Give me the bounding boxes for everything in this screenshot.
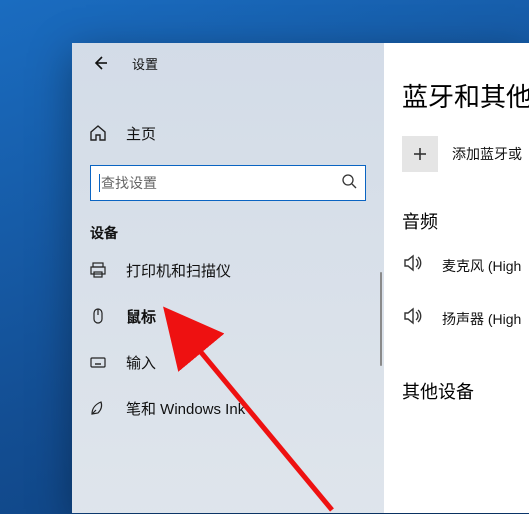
sidebar-nav: 打印机和扫描仪 鼠标 输入 bbox=[72, 247, 384, 431]
mouse-icon bbox=[86, 307, 110, 325]
keyboard-icon bbox=[86, 353, 110, 371]
add-device-label: 添加蓝牙或 bbox=[452, 144, 522, 164]
group-header-audio: 音频 bbox=[384, 172, 529, 234]
search-placeholder: 查找设置 bbox=[101, 173, 157, 193]
speaker-icon bbox=[402, 252, 432, 279]
device-speaker[interactable]: 扬声器 (High bbox=[402, 305, 529, 332]
add-device-button[interactable]: 添加蓝牙或 bbox=[402, 136, 529, 172]
header-title: 设置 bbox=[132, 54, 158, 73]
sidebar-item-pen[interactable]: 笔和 Windows Ink bbox=[72, 385, 384, 431]
sidebar-item-mouse[interactable]: 鼠标 bbox=[72, 293, 384, 339]
home-icon bbox=[86, 124, 110, 142]
sidebar-item-label: 输入 bbox=[126, 352, 156, 373]
search-input[interactable]: 查找设置 bbox=[90, 165, 366, 201]
scrollbar-thumb[interactable] bbox=[380, 272, 382, 366]
plus-icon bbox=[402, 136, 438, 172]
sidebar-item-typing[interactable]: 输入 bbox=[72, 339, 384, 385]
settings-window: 设置 主页 查找设置 设备 bbox=[72, 43, 529, 513]
sidebar-item-label: 笔和 Windows Ink bbox=[126, 398, 245, 419]
text-caret bbox=[99, 174, 100, 192]
sidebar-item-label: 打印机和扫描仪 bbox=[126, 260, 231, 281]
pen-icon bbox=[86, 399, 110, 417]
home-label: 主页 bbox=[126, 123, 156, 144]
sidebar-item-label: 鼠标 bbox=[126, 306, 156, 327]
speaker-icon bbox=[402, 305, 432, 332]
window-header: 设置 bbox=[72, 43, 384, 83]
device-name: 麦克风 (High bbox=[442, 256, 521, 276]
arrow-left-icon bbox=[92, 55, 108, 71]
printer-icon bbox=[86, 261, 110, 279]
back-button[interactable] bbox=[86, 49, 114, 77]
home-button[interactable]: 主页 bbox=[72, 113, 384, 153]
group-header-other: 其他设备 bbox=[384, 332, 529, 404]
section-header-devices: 设备 bbox=[72, 205, 384, 247]
device-name: 扬声器 (High bbox=[442, 309, 521, 329]
sidebar-item-printers[interactable]: 打印机和扫描仪 bbox=[72, 247, 384, 293]
device-microphone[interactable]: 麦克风 (High bbox=[402, 252, 529, 279]
content-pane: 蓝牙和其他 添加蓝牙或 音频 麦克风 (High 扬声器 (High bbox=[384, 43, 529, 513]
sidebar: 设置 主页 查找设置 设备 bbox=[72, 43, 384, 513]
page-title: 蓝牙和其他 bbox=[384, 43, 529, 114]
search-icon bbox=[341, 173, 357, 194]
